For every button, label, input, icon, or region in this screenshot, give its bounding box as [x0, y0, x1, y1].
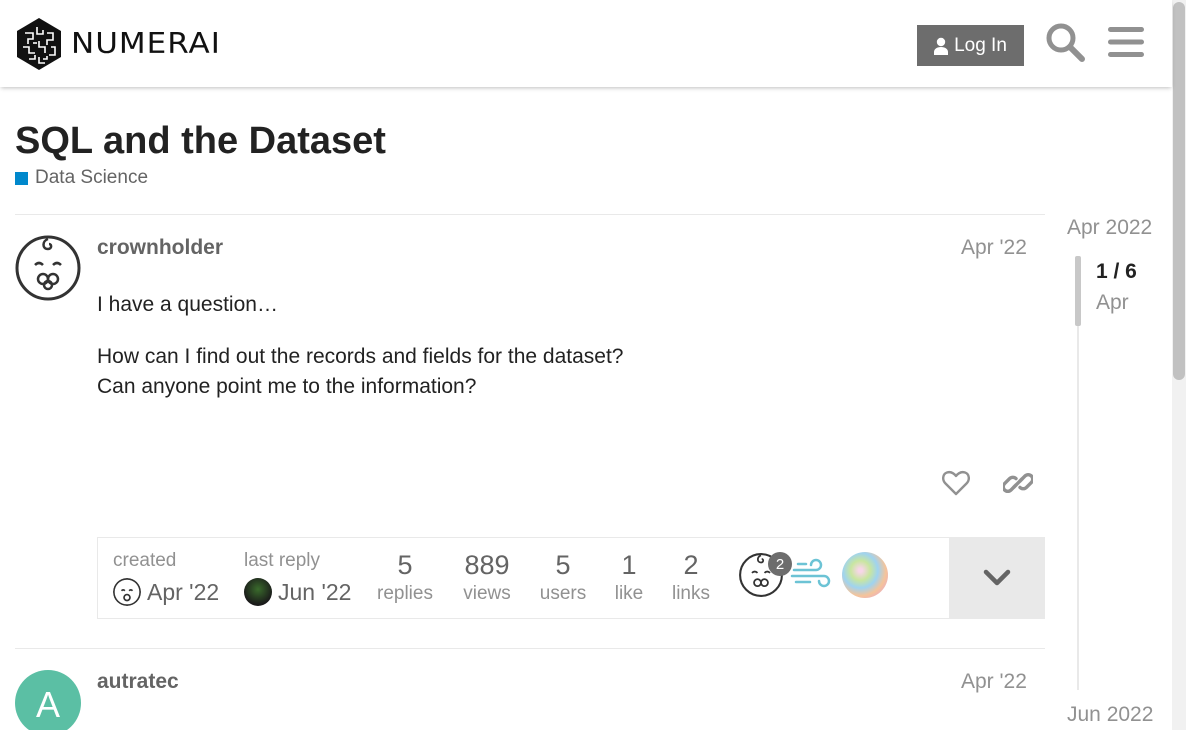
timeline-end-date[interactable]: Jun 2022 — [1067, 703, 1153, 727]
post-paragraph: How can I find out the records and field… — [97, 345, 624, 368]
wind-icon — [790, 558, 831, 588]
search-icon — [1046, 23, 1085, 62]
baby-face-avatar-icon — [15, 235, 81, 301]
post-divider — [15, 214, 1045, 215]
stat-value: 2 — [683, 550, 699, 580]
stat-label: views — [463, 583, 511, 604]
avatar[interactable] — [15, 235, 81, 301]
post-username[interactable]: crownholder — [97, 236, 223, 260]
category-badge[interactable]: Data Science — [15, 167, 148, 189]
stat-value: 1 — [621, 550, 637, 580]
login-button[interactable]: Log In — [917, 25, 1024, 66]
last-reply-avatar[interactable] — [244, 578, 272, 606]
stat-label: users — [539, 583, 587, 604]
participant-avatar[interactable] — [790, 552, 836, 598]
last-reply-label: last reply — [244, 550, 321, 571]
link-icon — [1003, 472, 1033, 494]
stat-users: 5 users — [536, 550, 590, 605]
menu-button[interactable] — [1104, 20, 1148, 64]
brand-name: NUMERAI — [71, 27, 221, 61]
scrollbar-thumb[interactable] — [1173, 2, 1185, 380]
timeline-position: 1 / 6 — [1096, 260, 1137, 283]
stat-label: like — [614, 583, 644, 604]
heart-icon — [942, 470, 970, 496]
avatar-letter: A — [35, 684, 60, 725]
timeline-start-date[interactable]: Apr 2022 — [1067, 216, 1152, 240]
topic-title[interactable]: SQL and the Dataset — [15, 120, 386, 163]
category-label: Data Science — [35, 167, 149, 188]
stat-value: 5 — [555, 550, 571, 580]
topic-map: created Apr '22 last reply Jun '22 5 rep… — [97, 537, 1045, 619]
topic-created: created Apr '22 — [113, 550, 219, 606]
user-icon — [934, 37, 949, 55]
participant-avatar[interactable] — [842, 552, 888, 598]
category-color-swatch — [15, 171, 28, 185]
stat-likes: 1 like — [610, 550, 648, 605]
logo-icon — [17, 18, 61, 70]
post-username[interactable]: autratec — [97, 670, 179, 694]
post-paragraph: I have a question… — [97, 293, 278, 316]
timeline-handle[interactable] — [1075, 256, 1081, 326]
timeline-position-date: Apr — [1096, 291, 1129, 314]
stat-label: links — [671, 583, 710, 604]
creator-avatar[interactable] — [113, 578, 141, 606]
login-label: Log In — [954, 34, 1007, 56]
baby-face-avatar-icon — [113, 578, 141, 606]
last-reply-date[interactable]: Jun '22 — [278, 579, 351, 606]
post-paragraph: Can anyone point me to the information? — [97, 375, 477, 398]
share-link-button[interactable] — [1001, 466, 1035, 500]
post-divider — [15, 648, 1045, 649]
topic-map-expand-button[interactable] — [949, 538, 1045, 618]
site-logo[interactable]: NUMERAI — [15, 17, 221, 71]
hamburger-menu-icon — [1108, 27, 1144, 57]
topic-last-reply: last reply Jun '22 — [244, 550, 351, 606]
stat-value: 5 — [397, 550, 413, 580]
stat-replies: 5 replies — [376, 550, 434, 605]
search-button[interactable] — [1043, 20, 1087, 64]
participant-avatars — [738, 552, 888, 598]
created-label: created — [113, 550, 177, 571]
avatar[interactable]: A — [15, 670, 81, 730]
post-date[interactable]: Apr '22 — [961, 670, 1027, 694]
site-header: NUMERAI Log In — [0, 0, 1172, 87]
stat-value: 889 — [464, 550, 510, 580]
chevron-down-icon — [983, 569, 1011, 586]
participant-post-count-badge: 2 — [768, 552, 792, 576]
stat-links: 2 links — [668, 550, 714, 605]
stat-views: 889 views — [458, 550, 516, 605]
created-date[interactable]: Apr '22 — [147, 579, 219, 606]
stat-label: replies — [377, 583, 433, 604]
like-button[interactable] — [939, 466, 973, 500]
post-date[interactable]: Apr '22 — [961, 236, 1027, 260]
